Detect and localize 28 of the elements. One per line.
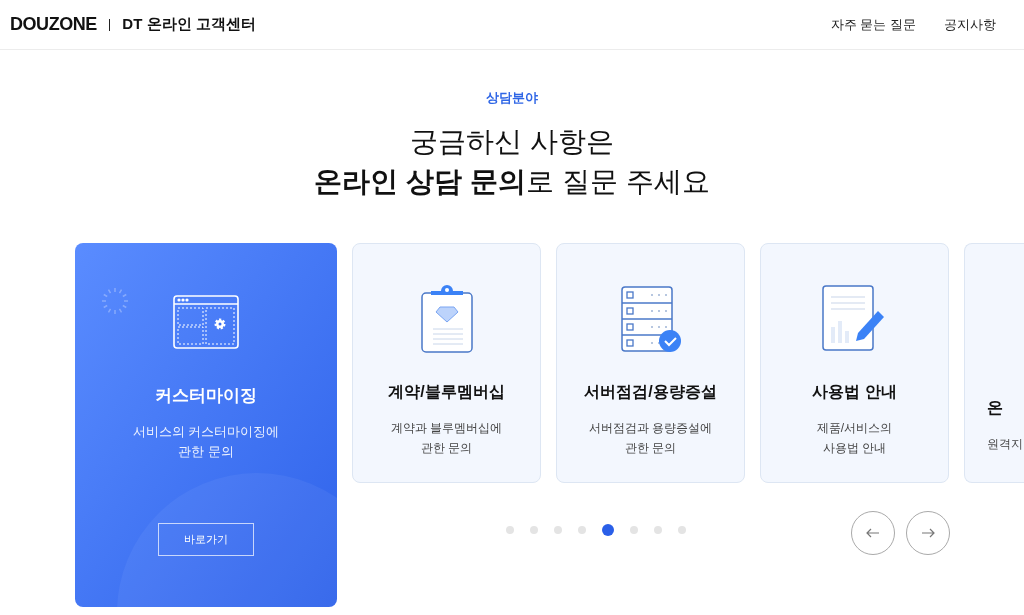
category-card[interactable]: 사용법 안내 제품/서비스의 사용법 안내 (760, 242, 949, 483)
card-description: 제품/서비스의 사용법 안내 (816, 419, 893, 457)
go-button[interactable]: 바로가기 (158, 522, 254, 556)
category-card[interactable]: 계약/블루멤버십 계약과 블루멤버십에 관한 문의 (352, 242, 541, 483)
clipboard-diamond-icon (420, 284, 473, 353)
category-card[interactable]: 커스터마이징 서비스의 커스터마이징에 관한 문의 바로가기 (75, 242, 337, 607)
card-description: 서비스의 커스터마이징에 관한 문의 (132, 424, 280, 461)
nav-link[interactable]: 자주 묻는 질문 (830, 14, 916, 35)
card-title: 사용법 안내 (812, 381, 897, 402)
section-label: 상담분야 (486, 89, 538, 107)
logo[interactable]: DOUZONE (10, 11, 97, 38)
card-description: 서버점검과 용량증설에 관한 문의 (588, 419, 713, 457)
site-title: DT 온라인 고객센터 (122, 14, 256, 35)
left-arrow-icon (866, 528, 880, 538)
card-title: 커스터마이징 (155, 384, 257, 407)
window-settings-icon (173, 294, 239, 349)
category-card[interactable]: 온 원격지 (964, 242, 1024, 483)
category-card[interactable]: 서버점검/용량증설 서버점검과 용량증설에 관한 문의 (556, 242, 745, 483)
card-title: 온 (987, 397, 1003, 418)
heading-line: 온라인 상담 문의로 질문 주세요 (314, 164, 710, 199)
right-arrow-icon (921, 528, 935, 538)
card-description: 원격지 (987, 435, 1023, 453)
nav-link[interactable]: 공지사항 (944, 14, 996, 35)
card-description: 계약과 블루멤버십에 관한 문의 (390, 419, 503, 457)
card-title: 서버점검/용량증설 (584, 381, 717, 402)
server-check-icon (619, 284, 682, 353)
card-title: 계약/블루멤버십 (388, 381, 505, 402)
heading-line: 궁금하신 사항은 (409, 124, 615, 159)
